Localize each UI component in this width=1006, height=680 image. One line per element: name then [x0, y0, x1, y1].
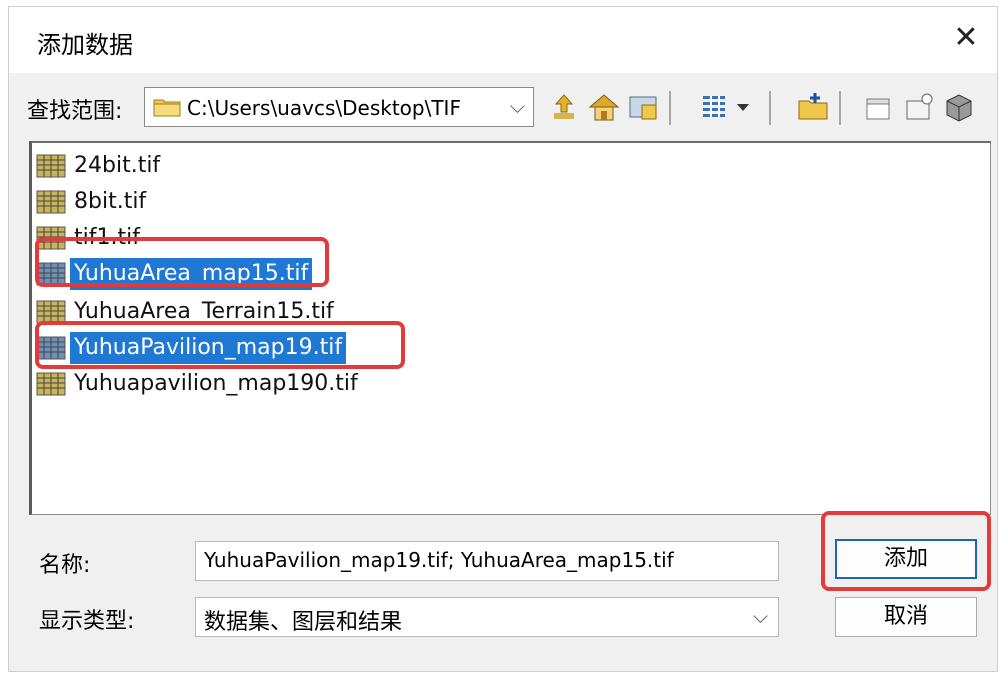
display-type-select[interactable]: 数据集、图层和结果 ⌵ — [195, 597, 779, 637]
look-in-path: C:\Users\uavcs\Desktop\TIF — [187, 96, 461, 120]
display-type-value: 数据集、图层和结果 — [204, 610, 403, 635]
look-in-label: 查找范围: — [27, 99, 123, 124]
chevron-down-icon[interactable]: ⌵ — [510, 94, 525, 118]
file-name: 8bit.tif — [74, 189, 147, 214]
connect-folder-icon[interactable] — [626, 89, 662, 125]
add-data-dialog: 添加数据 ✕ 查找范围: C:\Users\uavcs\Desktop\TIF … — [8, 6, 998, 672]
raster-file-icon — [36, 190, 66, 214]
new-layer-icon[interactable] — [901, 89, 937, 125]
raster-file-icon — [36, 372, 66, 396]
name-field-value: YuhuaPavilion_map19.tif; YuhuaArea_map15… — [204, 548, 674, 572]
database-icon[interactable] — [941, 89, 977, 125]
toolbar-separator — [769, 91, 771, 125]
dropdown-arrow-icon[interactable] — [731, 89, 755, 125]
file-item[interactable]: 8bit.tif — [36, 185, 150, 219]
file-item[interactable]: Yuhuapavilion_map190.tif — [36, 367, 362, 401]
dialog-title: 添加数据 — [37, 31, 133, 59]
look-in-combobox[interactable]: C:\Users\uavcs\Desktop\TIF ⌵ — [144, 87, 534, 127]
home-icon[interactable] — [586, 89, 622, 125]
toolbar-separator — [839, 91, 841, 125]
folder-icon — [153, 99, 181, 117]
cancel-button[interactable]: 取消 — [835, 597, 977, 637]
name-field[interactable]: YuhuaPavilion_map19.tif; YuhuaArea_map15… — [195, 541, 779, 581]
title-bar: 添加数据 ✕ — [9, 7, 997, 73]
new-item-icon[interactable] — [861, 89, 897, 125]
raster-file-icon — [36, 154, 66, 178]
highlight-box-area-map — [35, 237, 329, 287]
add-button[interactable]: 添加 — [835, 539, 977, 579]
highlight-box-pavilion-map — [35, 321, 405, 369]
up-folder-icon[interactable] — [546, 89, 582, 125]
chevron-down-icon[interactable]: ⌵ — [753, 604, 768, 628]
view-list-icon[interactable] — [697, 89, 733, 125]
type-label: 显示类型: — [39, 609, 135, 634]
file-name: 24bit.tif — [74, 153, 161, 178]
file-item[interactable]: 24bit.tif — [36, 149, 164, 183]
name-label: 名称: — [39, 553, 91, 578]
new-folder-icon[interactable] — [795, 89, 831, 125]
toolbar-separator — [669, 91, 671, 125]
file-name: Yuhuapavilion_map190.tif — [74, 371, 358, 396]
close-button[interactable]: ✕ — [949, 21, 983, 55]
